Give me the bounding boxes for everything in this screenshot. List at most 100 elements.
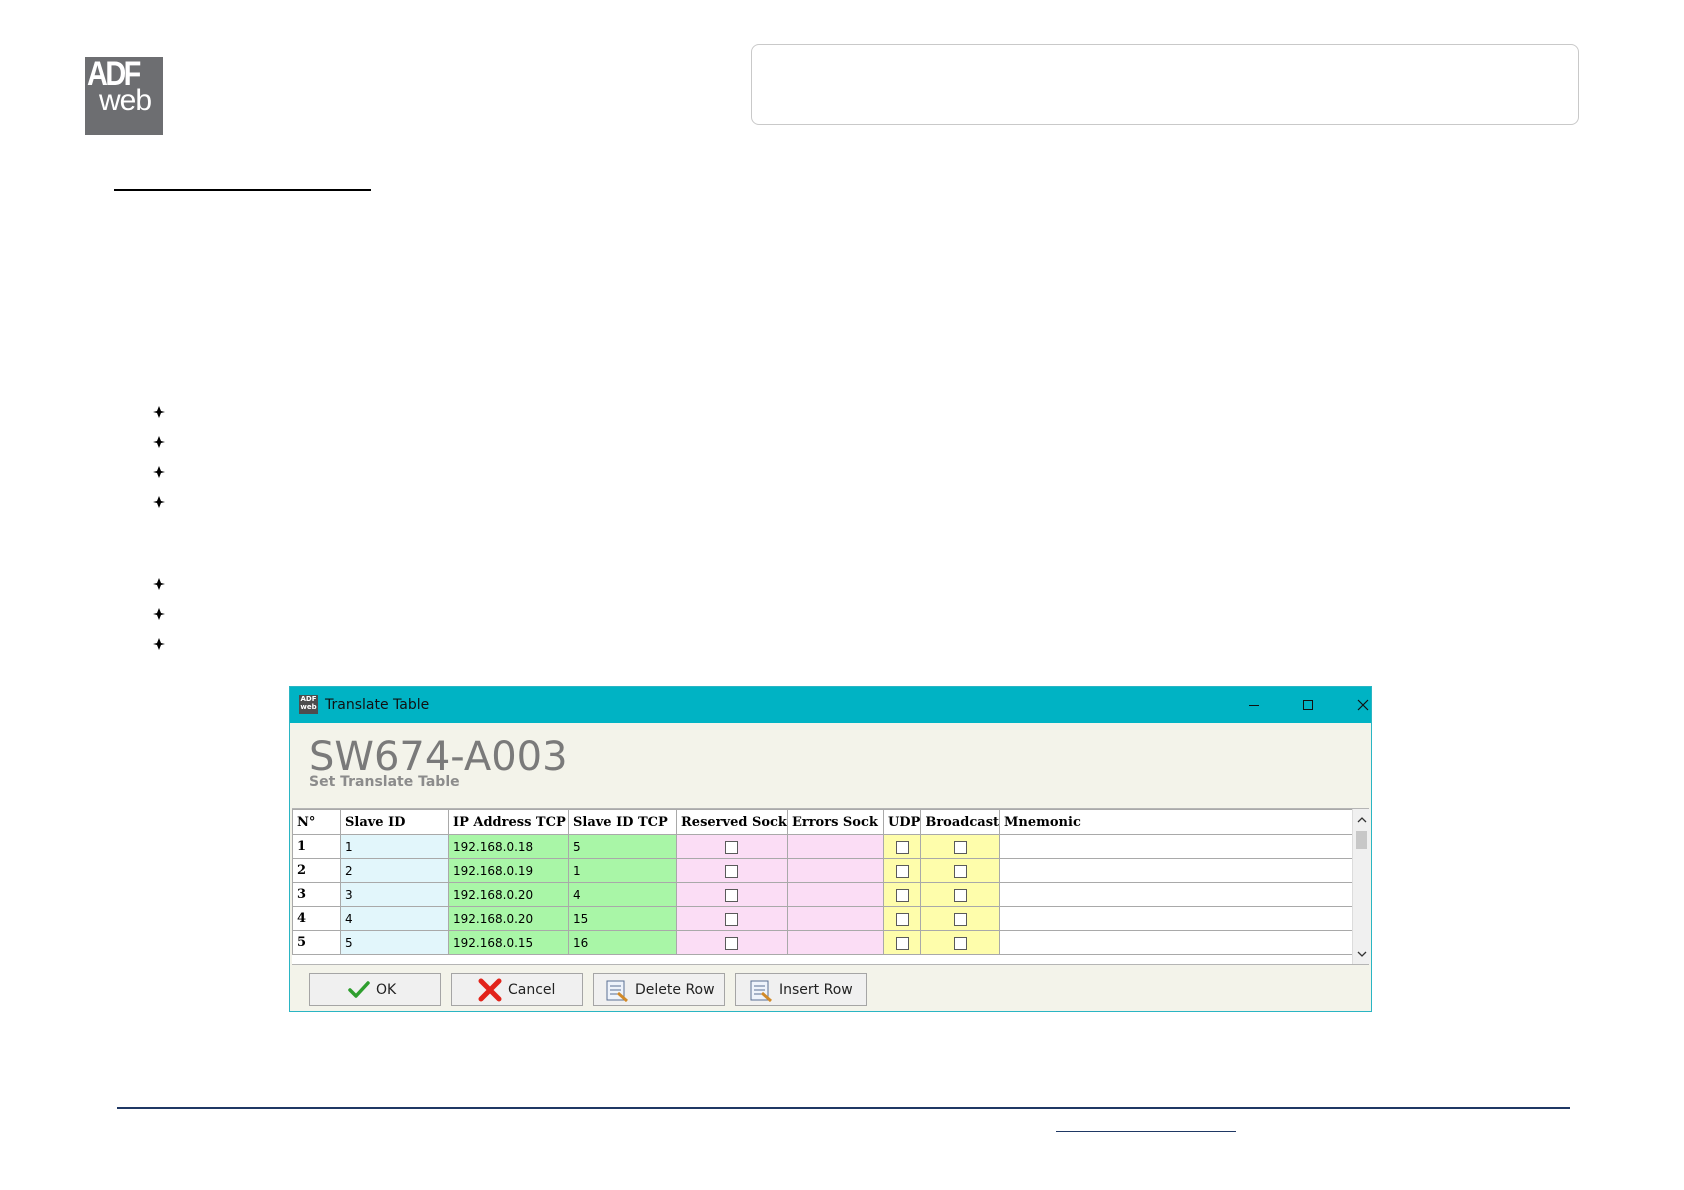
- table-row: 3 3 192.168.0.20 4: [292, 882, 1358, 907]
- errors-sock-cell[interactable]: [786, 906, 884, 931]
- column-header-reserved-sock[interactable]: Reserved Sock: [676, 809, 788, 835]
- slave-id-cell[interactable]: 2: [340, 858, 449, 883]
- slave-id-tcp-cell[interactable]: 5: [568, 834, 677, 859]
- column-header-mnemonic[interactable]: Mnemonic: [999, 809, 1358, 835]
- ip-address-cell[interactable]: 192.168.0.18: [448, 834, 569, 859]
- window-titlebar[interactable]: ADF web Translate Table: [290, 687, 1371, 723]
- bullet-icon: [153, 578, 165, 590]
- vertical-scrollbar[interactable]: [1352, 809, 1370, 964]
- ok-button[interactable]: OK: [309, 973, 441, 1006]
- slave-id-tcp-cell[interactable]: 4: [568, 882, 677, 907]
- udp-checkbox[interactable]: [895, 936, 909, 950]
- bullet-icon: [153, 436, 165, 448]
- mnemonic-cell[interactable]: [999, 858, 1358, 883]
- reserved-sock-checkbox[interactable]: [725, 936, 739, 950]
- errors-sock-cell[interactable]: [786, 858, 884, 883]
- delete-row-icon: [605, 978, 629, 1002]
- adfweb-logo: ADF web: [85, 57, 163, 135]
- broadcast-checkbox[interactable]: [953, 840, 967, 854]
- ip-address-cell[interactable]: 192.168.0.15: [448, 930, 569, 955]
- slave-id-cell[interactable]: 4: [340, 906, 449, 931]
- ip-address-cell[interactable]: 192.168.0.19: [448, 858, 569, 883]
- mnemonic-cell[interactable]: [999, 930, 1358, 955]
- scroll-up-button[interactable]: [1353, 811, 1370, 827]
- column-header-errors-sock[interactable]: Errors Sock: [786, 809, 884, 835]
- table-row: 2 2 192.168.0.19 1: [292, 858, 1358, 883]
- scrollbar-thumb[interactable]: [1356, 831, 1367, 849]
- minimize-button[interactable]: [1227, 687, 1281, 723]
- column-header-slave-id-tcp[interactable]: Slave ID TCP: [568, 809, 677, 835]
- dialog-subtitle: Set Translate Table: [309, 774, 460, 790]
- insert-row-icon: [749, 978, 773, 1002]
- broadcast-checkbox[interactable]: [953, 936, 967, 950]
- row-number: 3: [292, 882, 341, 907]
- maximize-icon: [1303, 700, 1313, 710]
- footer-divider: [117, 1107, 1570, 1109]
- slave-id-tcp-cell[interactable]: 16: [568, 930, 677, 955]
- reserved-sock-checkbox[interactable]: [725, 888, 739, 902]
- broadcast-checkbox[interactable]: [953, 888, 967, 902]
- mnemonic-cell[interactable]: [999, 882, 1358, 907]
- scroll-down-button[interactable]: [1353, 946, 1370, 962]
- reserved-sock-cell: [676, 906, 788, 931]
- close-icon: [1357, 699, 1369, 711]
- broadcast-checkbox[interactable]: [953, 912, 967, 926]
- data-table: N° Slave ID IP Address TCP Slave ID TCP …: [292, 809, 1358, 955]
- column-header-udp[interactable]: UDP: [882, 809, 922, 835]
- section-title-underline: [114, 189, 371, 191]
- slave-id-tcp-cell[interactable]: 1: [568, 858, 677, 883]
- ip-address-cell[interactable]: 192.168.0.20: [448, 906, 569, 931]
- udp-cell: [882, 930, 922, 955]
- reserved-sock-cell: [676, 882, 788, 907]
- reserved-sock-checkbox[interactable]: [725, 840, 739, 854]
- udp-checkbox[interactable]: [895, 888, 909, 902]
- bullet-icon: [153, 638, 165, 650]
- cancel-x-icon: [478, 978, 502, 1002]
- ok-button-label: OK: [376, 981, 397, 998]
- table-row: 1 1 192.168.0.18 5: [292, 834, 1358, 859]
- broadcast-cell: [920, 930, 1001, 955]
- reserved-sock-cell: [676, 930, 788, 955]
- close-button[interactable]: [1336, 687, 1390, 723]
- reserved-sock-checkbox[interactable]: [725, 912, 739, 926]
- errors-sock-cell[interactable]: [786, 834, 884, 859]
- table-row: 4 4 192.168.0.20 15: [292, 906, 1358, 931]
- broadcast-cell: [920, 834, 1001, 859]
- product-code-heading: SW674-A003: [309, 734, 568, 780]
- column-header-ip-address-tcp[interactable]: IP Address TCP: [448, 809, 569, 835]
- mnemonic-cell[interactable]: [999, 906, 1358, 931]
- broadcast-checkbox[interactable]: [953, 864, 967, 878]
- row-number: 4: [292, 906, 341, 931]
- scroll-down-icon: [1357, 951, 1366, 957]
- udp-cell: [882, 882, 922, 907]
- maximize-button[interactable]: [1281, 687, 1335, 723]
- header-box: [751, 44, 1579, 125]
- slave-id-cell[interactable]: 1: [340, 834, 449, 859]
- scroll-up-icon: [1357, 816, 1366, 822]
- row-number: 2: [292, 858, 341, 883]
- broadcast-cell: [920, 858, 1001, 883]
- slave-id-cell[interactable]: 5: [340, 930, 449, 955]
- udp-cell: [882, 906, 922, 931]
- reserved-sock-checkbox[interactable]: [725, 864, 739, 878]
- udp-checkbox[interactable]: [895, 912, 909, 926]
- delete-row-button[interactable]: Delete Row: [593, 973, 725, 1006]
- footer-link-underline[interactable]: [1056, 1131, 1236, 1132]
- column-header-broadcast[interactable]: Broadcast: [920, 809, 1001, 835]
- slave-id-tcp-cell[interactable]: 15: [568, 906, 677, 931]
- reserved-sock-cell: [676, 834, 788, 859]
- udp-checkbox[interactable]: [895, 864, 909, 878]
- insert-row-button[interactable]: Insert Row: [735, 973, 867, 1006]
- errors-sock-cell[interactable]: [786, 930, 884, 955]
- column-header-slave-id[interactable]: Slave ID: [340, 809, 449, 835]
- translate-table-window: ADF web Translate Table SW674-A003 Set T…: [289, 686, 1372, 1012]
- errors-sock-cell[interactable]: [786, 882, 884, 907]
- bullet-icon: [153, 466, 165, 478]
- slave-id-cell[interactable]: 3: [340, 882, 449, 907]
- ip-address-cell[interactable]: 192.168.0.20: [448, 882, 569, 907]
- logo-text-web: web: [99, 84, 152, 117]
- udp-checkbox[interactable]: [895, 840, 909, 854]
- column-header-n[interactable]: N°: [292, 809, 341, 835]
- cancel-button[interactable]: Cancel: [451, 973, 583, 1006]
- mnemonic-cell[interactable]: [999, 834, 1358, 859]
